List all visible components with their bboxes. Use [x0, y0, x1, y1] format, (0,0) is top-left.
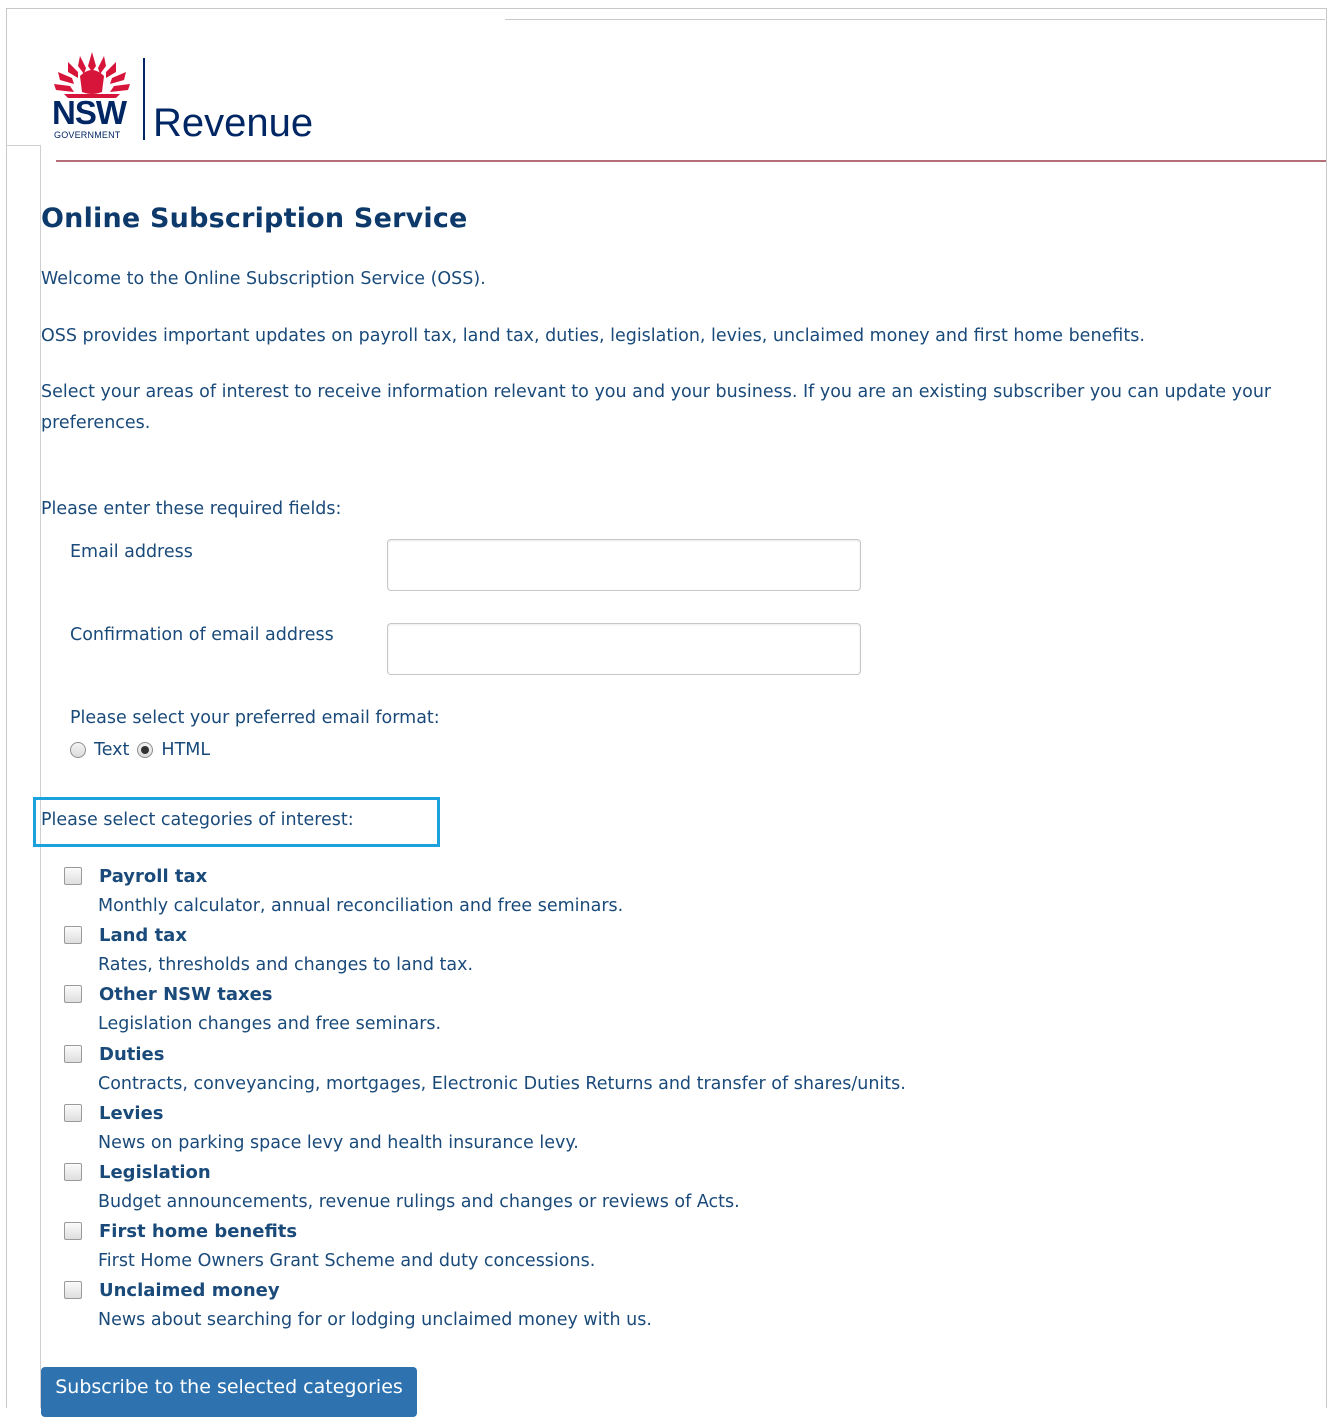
- category-name[interactable]: Other NSW taxes: [99, 984, 273, 1005]
- category-description: Monthly calculator, annual reconciliatio…: [98, 896, 624, 916]
- format-text-label[interactable]: Text: [94, 740, 129, 760]
- land-tax-checkbox[interactable]: [64, 926, 82, 945]
- welcome-text: Welcome to the Online Subscription Servi…: [41, 269, 486, 289]
- levies-checkbox[interactable]: [64, 1103, 82, 1122]
- category-description: Rates, thresholds and changes to land ta…: [98, 955, 474, 976]
- page-frame-right: [1326, 8, 1327, 1408]
- category-name[interactable]: Levies: [99, 1103, 164, 1124]
- category-unclaimed-money: Unclaimed money News about searching for…: [64, 1278, 1064, 1337]
- subscribe-button[interactable]: Subscribe to the selected categories: [41, 1367, 417, 1417]
- format-text-radio[interactable]: [70, 742, 86, 758]
- logo-agency-name: Revenue: [153, 101, 314, 145]
- other-nsw-taxes-checkbox[interactable]: [64, 985, 82, 1004]
- category-name[interactable]: First home benefits: [99, 1221, 297, 1242]
- email-label: Email address: [70, 542, 193, 562]
- category-name[interactable]: Legislation: [99, 1162, 211, 1183]
- email-field[interactable]: [387, 539, 861, 591]
- legislation-checkbox[interactable]: [64, 1162, 82, 1181]
- confirm-email-label: Confirmation of email address: [70, 625, 334, 645]
- category-duties: Duties Contracts, conveyancing, mortgage…: [64, 1042, 1064, 1101]
- duties-checkbox[interactable]: [64, 1044, 82, 1063]
- logo-divider: [143, 58, 145, 140]
- required-fields-prompt: Please enter these required fields:: [41, 499, 342, 519]
- instructions-text: Select your areas of interest to receive…: [41, 382, 1272, 433]
- header-divider: [56, 160, 1326, 162]
- waratah-icon: [54, 52, 130, 98]
- category-levies: Levies News on parking space levy and he…: [64, 1101, 1064, 1160]
- page-frame-inner-top: [505, 19, 1325, 20]
- category-name[interactable]: Payroll tax: [99, 866, 207, 887]
- categories-list: Payroll tax Monthly calculator, annual r…: [64, 864, 1064, 1338]
- format-html-radio[interactable]: [137, 742, 154, 758]
- logo-government-text: GOVERNMENT: [54, 130, 121, 140]
- category-description: Legislation changes and free seminars.: [98, 1014, 442, 1035]
- page-frame-inner-stub: [6, 145, 40, 146]
- category-name[interactable]: Unclaimed money: [99, 1280, 280, 1301]
- page-frame-top: [6, 8, 1326, 9]
- logo-nsw-text: NSW: [52, 94, 127, 131]
- category-description: Contracts, conveyancing, mortgages, Elec…: [98, 1073, 906, 1094]
- category-legislation: Legislation Budget announcements, revenu…: [64, 1160, 1064, 1219]
- intro-text: OSS provides important updates on payrol…: [41, 326, 1145, 346]
- format-html-label[interactable]: HTML: [161, 740, 210, 760]
- email-format-options: Text HTML: [70, 737, 218, 763]
- page-frame-left: [6, 8, 7, 1408]
- category-name[interactable]: Land tax: [99, 925, 187, 946]
- payroll-tax-checkbox[interactable]: [64, 867, 82, 885]
- category-description: News on parking space levy and health in…: [98, 1132, 579, 1153]
- email-format-prompt: Please select your preferred email forma…: [70, 708, 440, 728]
- category-payroll-tax: Payroll tax Monthly calculator, annual r…: [64, 864, 1064, 923]
- first-home-benefits-checkbox[interactable]: [64, 1222, 82, 1241]
- category-description: News about searching for or lodging uncl…: [98, 1310, 652, 1331]
- categories-prompt: Please select categories of interest:: [41, 810, 354, 830]
- category-description: Budget announcements, revenue rulings an…: [98, 1191, 740, 1212]
- category-other-nsw-taxes: Other NSW taxes Legislation changes and …: [64, 982, 1064, 1041]
- category-description: First Home Owners Grant Scheme and duty …: [98, 1251, 596, 1272]
- category-land-tax: Land tax Rates, thresholds and changes t…: [64, 923, 1064, 982]
- unclaimed-money-checkbox[interactable]: [64, 1281, 82, 1300]
- category-first-home-benefits: First home benefits First Home Owners Gr…: [64, 1219, 1064, 1278]
- category-name[interactable]: Duties: [99, 1044, 164, 1065]
- page-title: Online Subscription Service: [41, 203, 468, 234]
- confirm-email-field[interactable]: [387, 623, 861, 675]
